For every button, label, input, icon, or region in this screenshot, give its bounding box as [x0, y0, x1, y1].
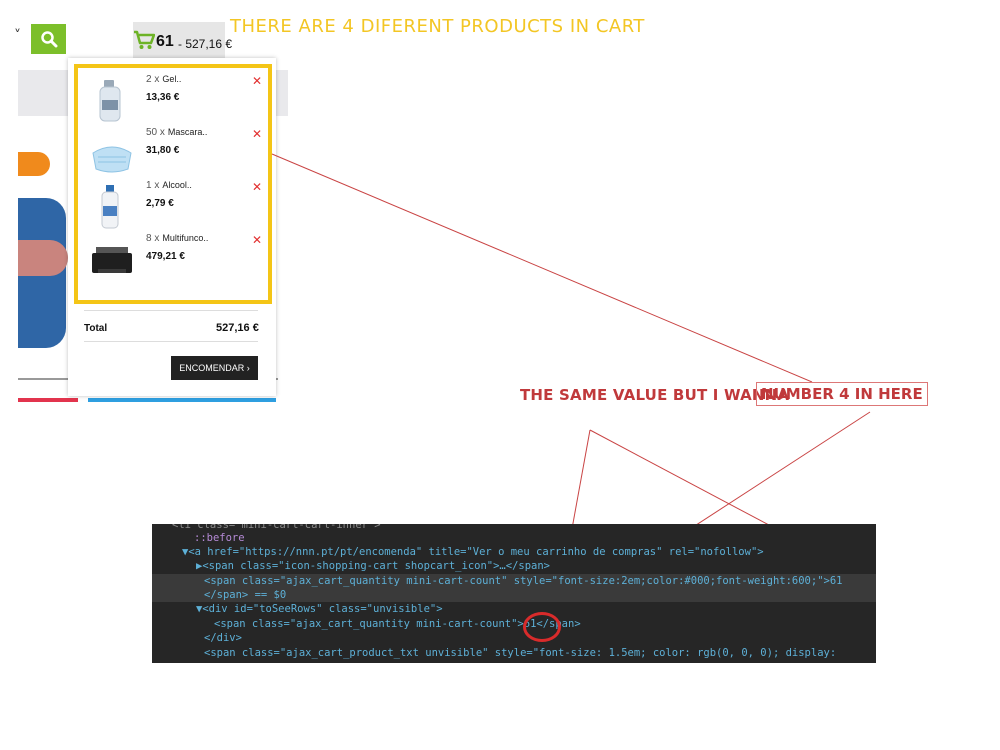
- dom-line-selected[interactable]: <span class="ajax_cart_quantity mini-car…: [152, 574, 876, 588]
- dom-line[interactable]: <span class="ajax_cart_quantity mini-car…: [152, 617, 876, 631]
- dom-line[interactable]: </div>: [152, 631, 876, 645]
- dom-line[interactable]: <span class="ajax_cart_product_txt unvis…: [152, 646, 876, 660]
- annotation-middle: THE SAME VALUE BUT I WANNA: [520, 386, 790, 404]
- dom-line[interactable]: ▶<span class="icon-shopping-cart shopcar…: [152, 559, 876, 573]
- annotation-boxed: NUMBER 4 IN HERE: [756, 382, 928, 406]
- dom-line[interactable]: ▼<div id="toSeeRows" class="unvisible">: [152, 602, 876, 616]
- devtools-elements-panel: <li class="mini-cart-cart-inner"> ::befo…: [152, 524, 876, 663]
- highlight-circle: [523, 612, 561, 642]
- dom-line-selected[interactable]: </span> == $0: [152, 588, 876, 602]
- dom-line[interactable]: ▼<a href="https://nnn.pt/pt/encomenda" t…: [152, 545, 876, 559]
- dom-line[interactable]: ::before: [152, 531, 876, 545]
